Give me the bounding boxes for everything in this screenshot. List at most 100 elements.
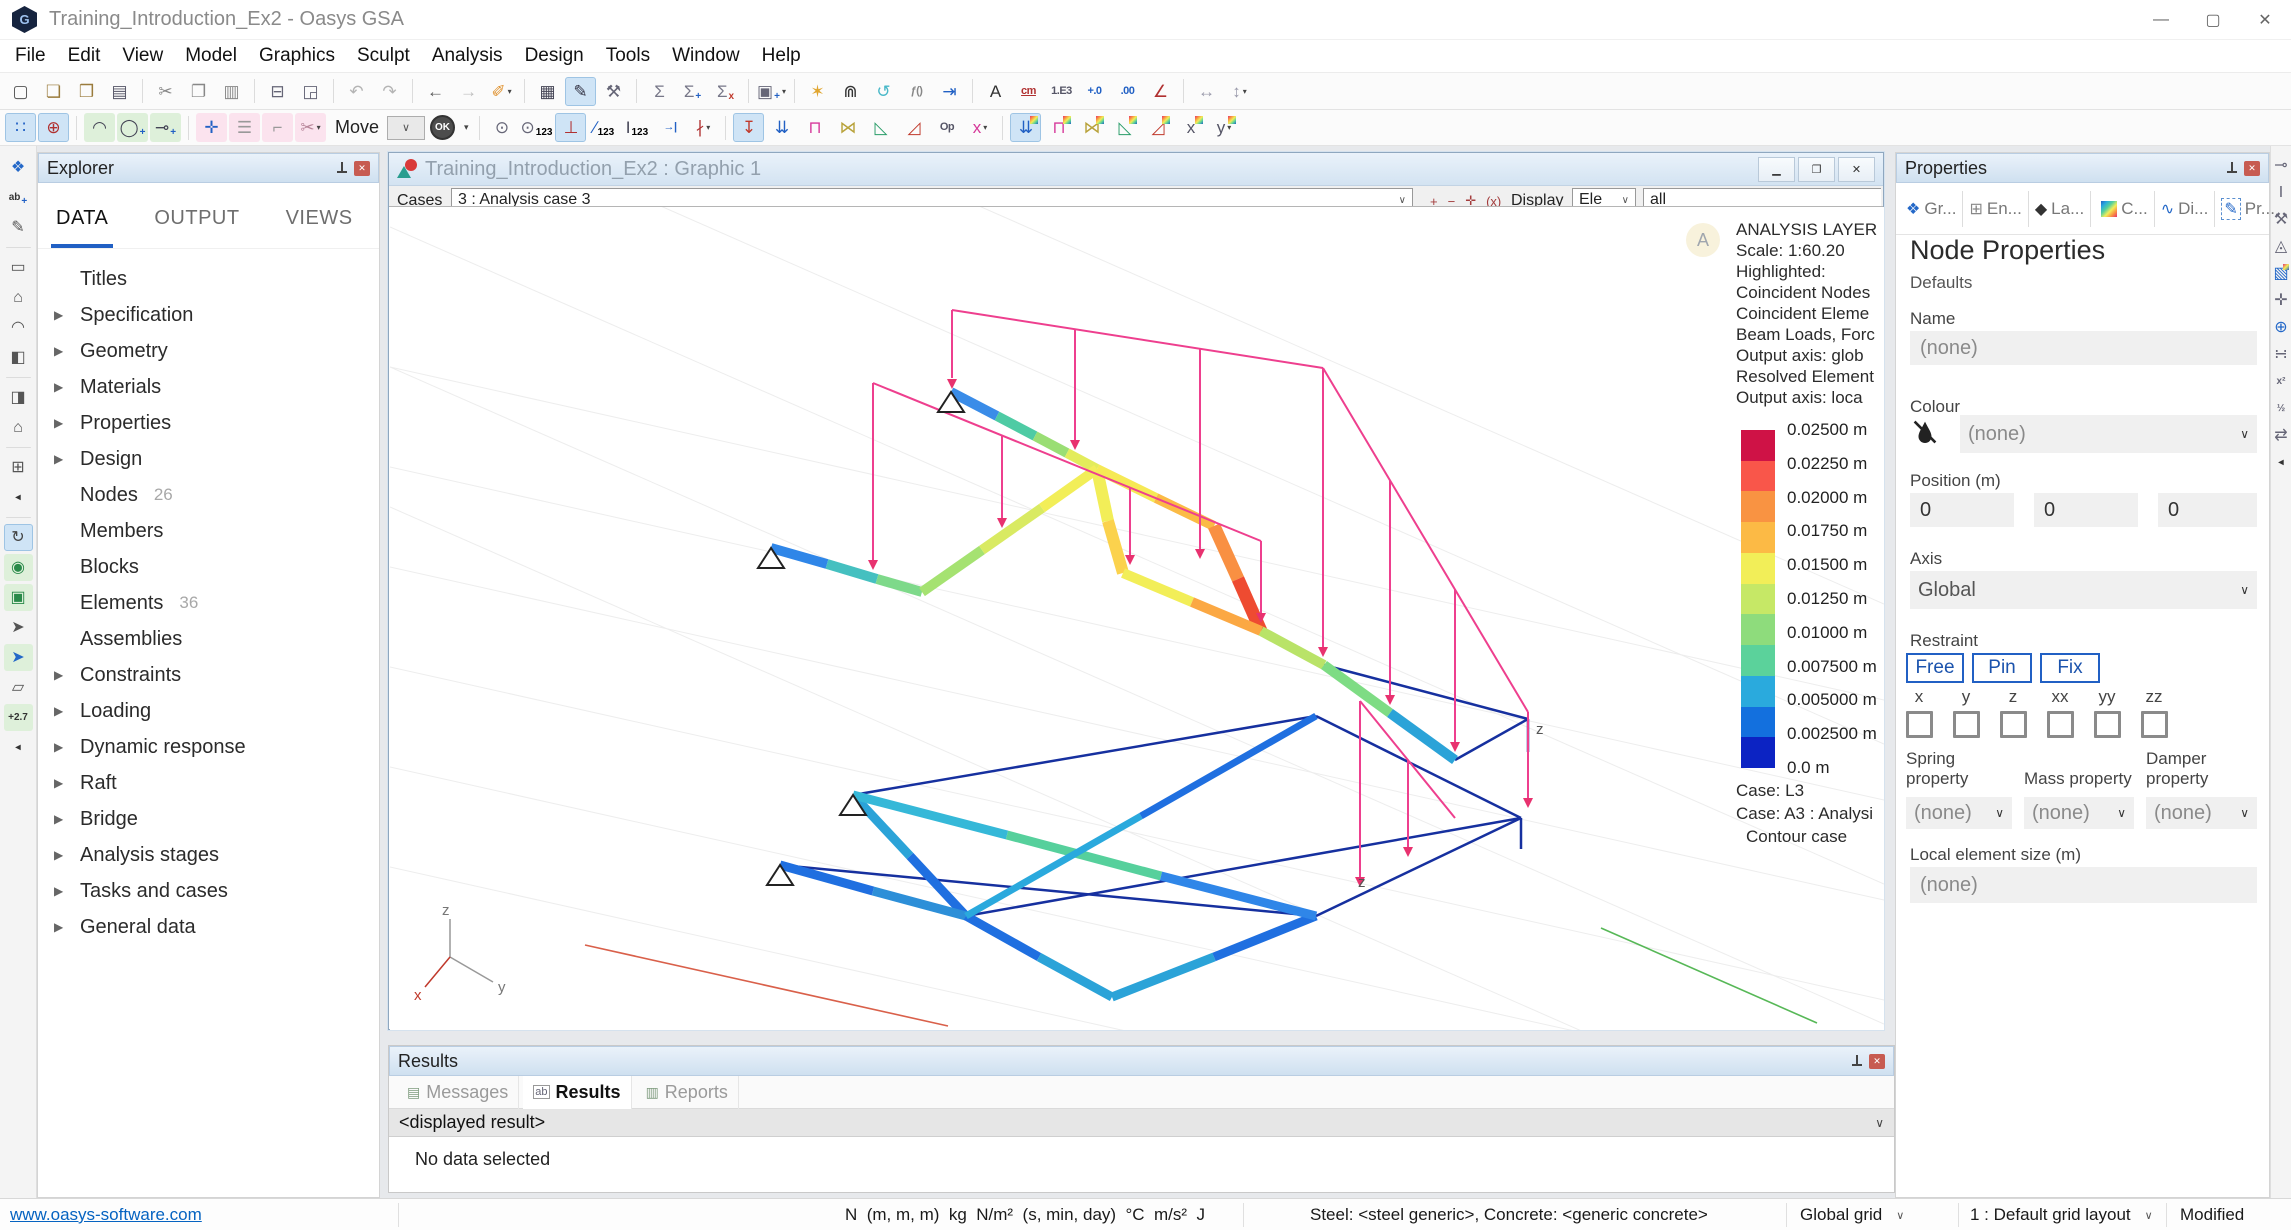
restraint-fix-button[interactable]: Fix xyxy=(2040,653,2100,683)
tree-item[interactable]: Raft xyxy=(38,765,379,801)
sketch-tool-icon[interactable]: ✎ xyxy=(565,77,596,106)
expand-arrow-icon[interactable] xyxy=(54,452,80,466)
expand-arrow-icon[interactable] xyxy=(54,344,80,358)
pin-icon[interactable] xyxy=(336,162,348,174)
restraint-zz-checkbox[interactable] xyxy=(2141,711,2168,738)
envelope-case-icon[interactable]: (x) xyxy=(1481,194,1506,208)
wizard-icon[interactable]: ✶ xyxy=(802,77,833,106)
releases-icon[interactable]: →| xyxy=(654,113,685,142)
menu-item[interactable]: Help xyxy=(751,40,812,73)
contour-y-icon[interactable]: y xyxy=(1208,113,1239,142)
view-top-icon[interactable]: ◠ xyxy=(4,314,33,341)
more-tools-icon[interactable]: ◂ xyxy=(2272,451,2291,475)
position-y-field[interactable]: 0 xyxy=(2034,493,2138,527)
expand-arrow-icon[interactable] xyxy=(54,416,80,430)
tree-item[interactable]: Loading xyxy=(38,693,379,729)
add-arc-icon[interactable]: ◠ xyxy=(84,113,115,142)
more-views-icon[interactable]: ◂ xyxy=(4,484,33,511)
contour-grid-icon[interactable]: ◺ xyxy=(1109,113,1140,142)
extents-icon[interactable]: ▭ xyxy=(4,254,33,281)
add-case-icon[interactable]: + xyxy=(1425,194,1443,208)
select-cursor-icon[interactable]: ➤ xyxy=(4,614,33,641)
menu-item[interactable]: Model xyxy=(174,40,248,73)
remove-case-icon[interactable]: − xyxy=(1443,194,1461,208)
close-button[interactable]: ✕ xyxy=(2239,0,2291,40)
grid-tool-icon[interactable]: ∺ xyxy=(2272,343,2291,367)
expand-case-icon[interactable]: ✛ xyxy=(1460,193,1481,207)
explorer-tab[interactable]: DATA xyxy=(56,207,108,248)
graphic-close-button[interactable]: ✕ xyxy=(1838,157,1875,182)
new-document-icon[interactable]: ▢ xyxy=(5,77,36,106)
storey-icon[interactable]: ⌐ xyxy=(262,113,293,142)
tree-item[interactable]: Tasks and cases xyxy=(38,873,379,909)
goto-icon[interactable]: ⇥ xyxy=(934,77,965,106)
tree-item[interactable]: Geometry xyxy=(38,333,379,369)
restraint-x-checkbox[interactable] xyxy=(1906,711,1933,738)
restraint-y-checkbox[interactable] xyxy=(1953,711,1980,738)
forward-icon[interactable]: → xyxy=(453,77,484,106)
menu-item[interactable]: Graphics xyxy=(248,40,346,73)
maximize-button[interactable]: ▢ xyxy=(2187,0,2239,40)
settlements-icon[interactable]: ⇊ xyxy=(766,113,797,142)
results-tab[interactable]: ▥ Reports xyxy=(636,1076,739,1109)
more-select-icon[interactable]: ◂ xyxy=(4,734,33,761)
squared-tool-icon[interactable]: x² xyxy=(2272,370,2291,394)
chevron-down-icon[interactable]: ∨ xyxy=(1875,1116,1884,1130)
model-viewport[interactable]: z z z y x A ANALYSIS LAYERScale: 1:60.20… xyxy=(390,207,1884,1030)
case-combo[interactable]: 3 : Analysis case 3∨ xyxy=(451,188,1413,207)
decimals-add-icon[interactable]: +.0 xyxy=(1079,77,1110,106)
expand-arrow-icon[interactable] xyxy=(54,848,80,862)
axes-tool-icon[interactable]: ✛ xyxy=(2272,289,2291,313)
local-element-size-field[interactable]: (none) xyxy=(1910,867,2257,903)
resize-v-icon[interactable]: ↕ xyxy=(1224,77,1255,106)
graphic-restore-button[interactable]: ❐ xyxy=(1798,157,1835,182)
properties-tab[interactable]: ✎ Pr... xyxy=(2215,191,2281,227)
cut-icon[interactable]: ✂ xyxy=(150,77,181,106)
property-numbers-icon[interactable]: I 123 xyxy=(621,113,652,142)
move-mode-combo[interactable]: ∨ xyxy=(387,116,425,140)
properties-tab[interactable]: ⊞ En... xyxy=(1963,191,2028,227)
menu-item[interactable]: Analysis xyxy=(421,40,514,73)
expand-arrow-icon[interactable] xyxy=(54,812,80,826)
2d-loads-icon[interactable]: ⋈ xyxy=(832,113,863,142)
new-label-icon[interactable]: ab + xyxy=(4,184,33,211)
pin-icon[interactable] xyxy=(2226,162,2238,174)
zoom-icon[interactable]: ◉ xyxy=(4,554,33,581)
close-panel-icon[interactable] xyxy=(354,161,370,176)
contour-x-icon[interactable]: x xyxy=(1175,113,1206,142)
explorer-tab[interactable]: OUTPUT xyxy=(154,207,239,248)
new-graphic-view-icon[interactable]: ❖ xyxy=(4,154,33,181)
copy-icon[interactable]: ❐ xyxy=(183,77,214,106)
tree-item[interactable]: Design xyxy=(38,441,379,477)
menu-item[interactable]: Design xyxy=(514,40,595,73)
expand-arrow-icon[interactable] xyxy=(54,776,80,790)
tree-item[interactable]: Assemblies xyxy=(38,621,379,657)
spring-property-combo[interactable]: (none)∨ xyxy=(1906,797,2012,829)
menu-item[interactable]: Tools xyxy=(595,40,661,73)
expand-arrow-icon[interactable] xyxy=(54,920,80,934)
paste-icon[interactable]: ▥ xyxy=(216,77,247,106)
grid-combo[interactable]: Global grid∨ xyxy=(1800,1199,1956,1231)
menu-item[interactable]: View xyxy=(111,40,174,73)
diagram-icon[interactable]: ◿ xyxy=(898,113,929,142)
expand-arrow-icon[interactable] xyxy=(54,884,80,898)
view-cube-icon[interactable]: ▣ xyxy=(4,584,33,611)
resize-h-icon[interactable]: ↔ xyxy=(1191,77,1222,106)
damper-property-combo[interactable]: (none)∨ xyxy=(2146,797,2257,829)
exponent-icon[interactable]: 1.E3 xyxy=(1046,77,1077,106)
restraint-pin-button[interactable]: Pin xyxy=(1972,653,2032,683)
tree-item[interactable]: Blocks xyxy=(38,549,379,585)
sweep-tool-icon[interactable]: ✐ xyxy=(486,77,517,106)
beam-loads-icon[interactable]: ⊓ xyxy=(799,113,830,142)
node-symbols-icon[interactable]: ⊙ xyxy=(487,113,518,142)
redo-icon[interactable]: ↷ xyxy=(374,77,405,106)
add-element-icon[interactable]: ⊸ + xyxy=(150,113,181,142)
sketch-icon[interactable]: ✎ xyxy=(4,214,33,241)
expand-arrow-icon[interactable] xyxy=(54,308,80,322)
contour-shear-icon[interactable]: ◿ xyxy=(1142,113,1173,142)
restraint-z-checkbox[interactable] xyxy=(2000,711,2027,738)
view-perspective-icon[interactable]: ⌂ xyxy=(4,414,33,441)
sculpt-cut-icon[interactable]: ✂ xyxy=(295,113,326,142)
member-tool-icon[interactable]: ◬ xyxy=(2272,235,2291,259)
expand-arrow-icon[interactable] xyxy=(54,740,80,754)
